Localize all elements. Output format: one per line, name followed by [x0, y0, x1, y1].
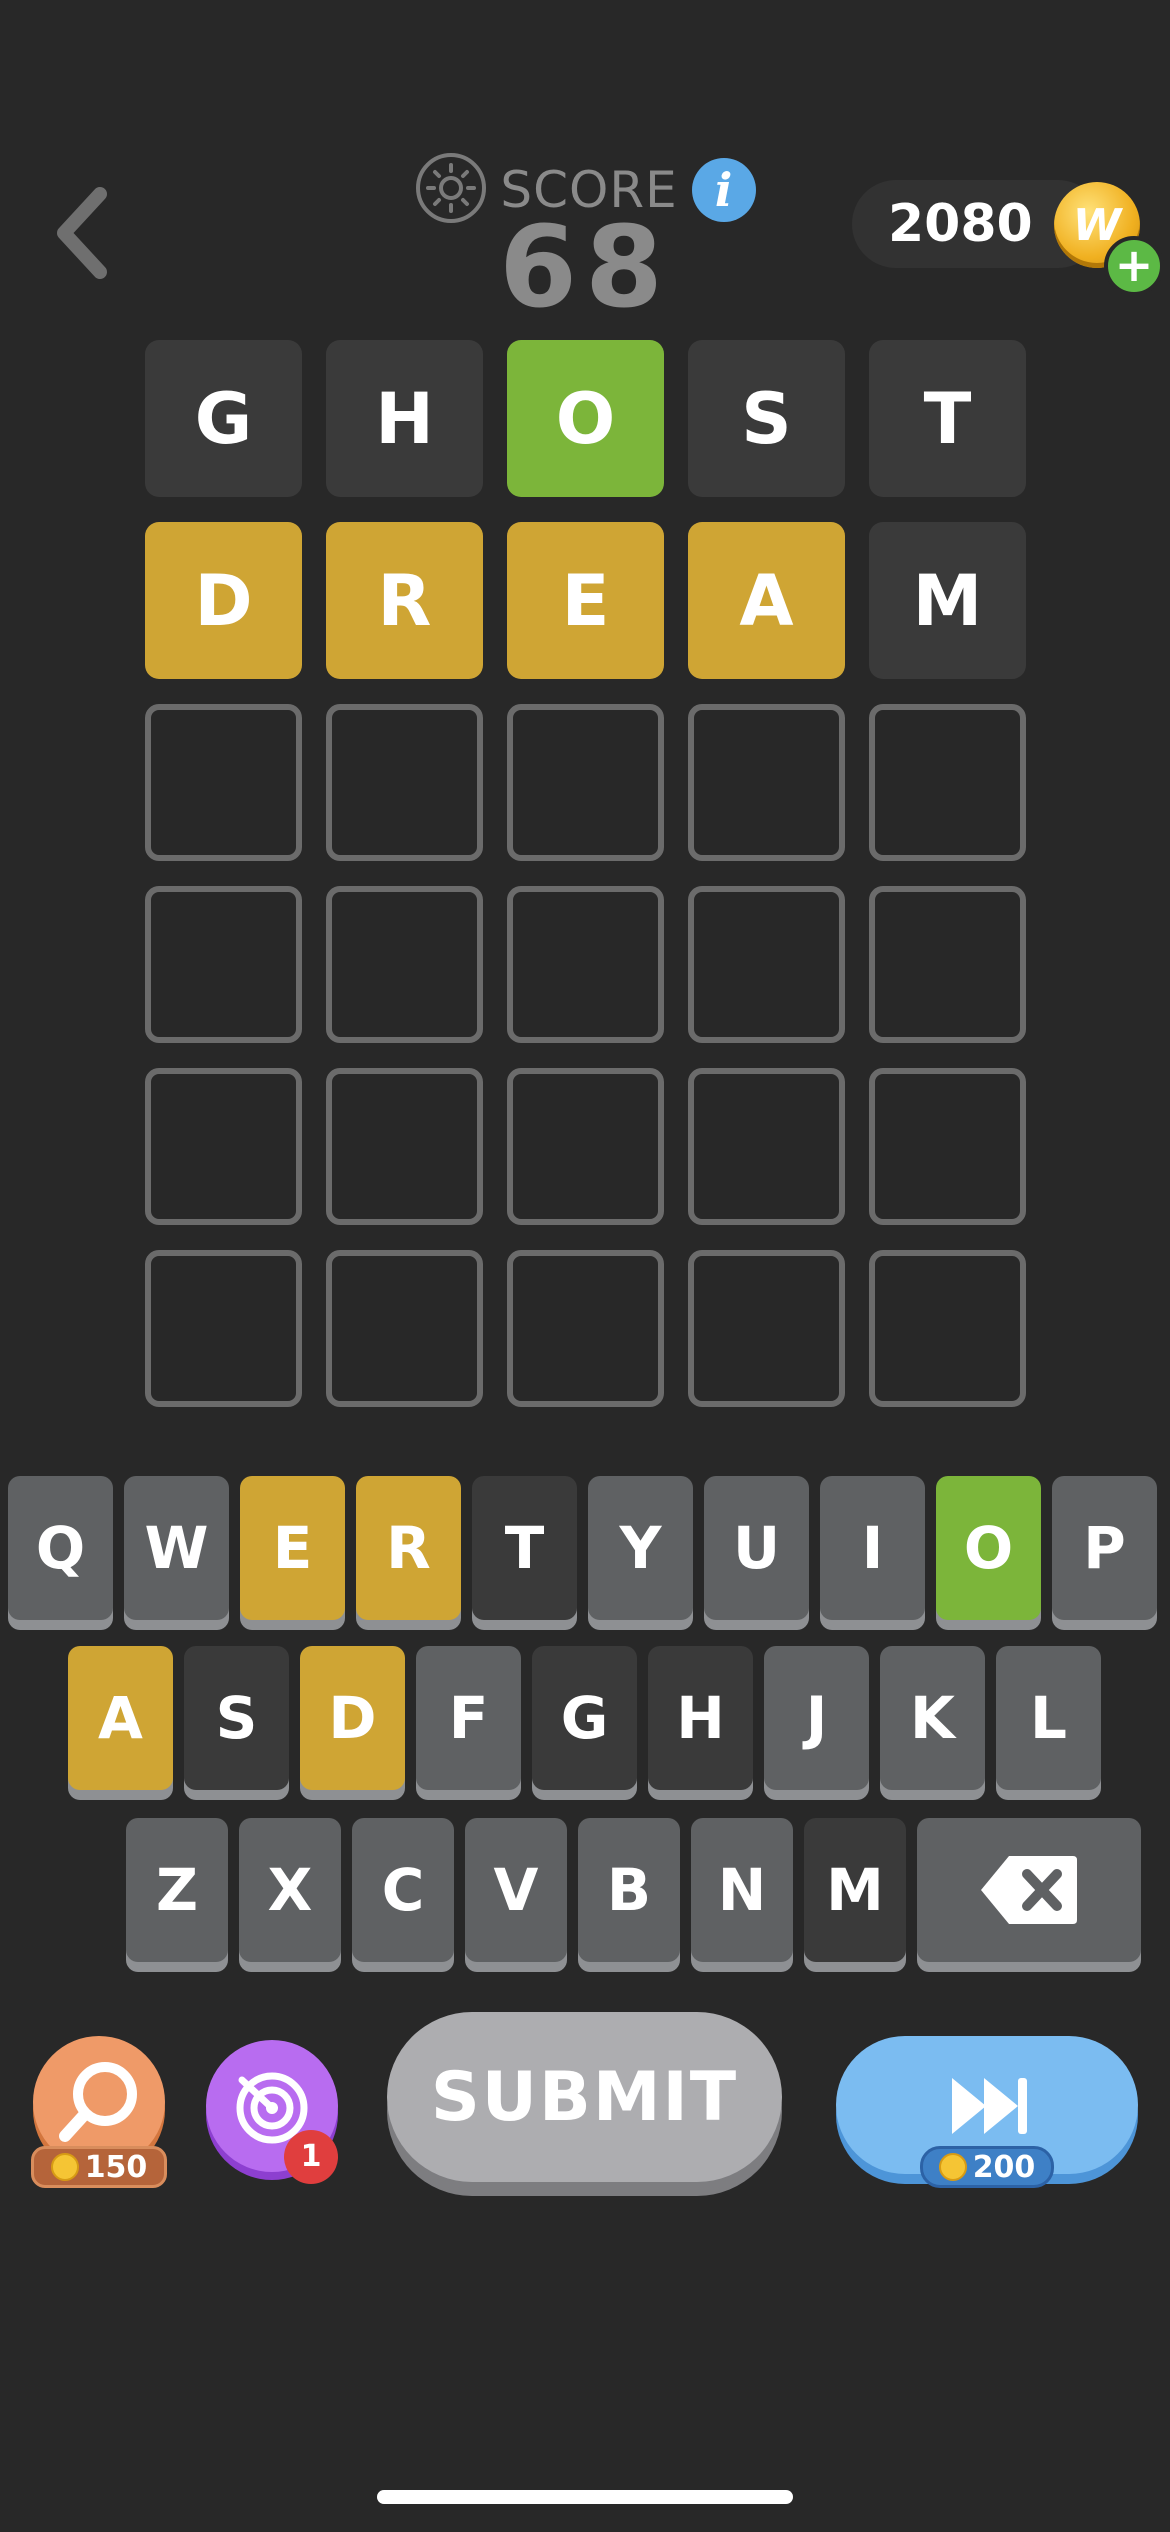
- letter-tile: [326, 886, 483, 1043]
- submit-button[interactable]: SUBMIT: [387, 2012, 782, 2182]
- letter-tile: O: [507, 340, 664, 497]
- key-b[interactable]: B: [578, 1818, 680, 1962]
- game-board: GHOST DREAM: [145, 340, 1026, 1432]
- key-s[interactable]: S: [184, 1646, 289, 1790]
- letter-tile: R: [326, 522, 483, 679]
- board-row: [145, 886, 1026, 1043]
- key-y[interactable]: Y: [588, 1476, 693, 1620]
- keyboard-row: ASDFGHJKL: [68, 1646, 1101, 1790]
- home-indicator: [377, 2490, 793, 2504]
- key-g[interactable]: G: [532, 1646, 637, 1790]
- key-x[interactable]: X: [239, 1818, 341, 1962]
- backspace-icon: [981, 1856, 1077, 1924]
- fast-forward-icon: [952, 2078, 1027, 2134]
- letter-tile: [869, 886, 1026, 1043]
- key-c[interactable]: C: [352, 1818, 454, 1962]
- letter-tile: H: [326, 340, 483, 497]
- key-m[interactable]: M: [804, 1818, 906, 1962]
- letter-tile: [507, 1250, 664, 1407]
- letter-tile: [326, 704, 483, 861]
- key-h[interactable]: H: [648, 1646, 753, 1790]
- letter-tile: [869, 704, 1026, 861]
- letter-tile: [507, 886, 664, 1043]
- key-p[interactable]: P: [1052, 1476, 1157, 1620]
- letter-tile: M: [869, 522, 1026, 679]
- key-z[interactable]: Z: [126, 1818, 228, 1962]
- key-j[interactable]: J: [764, 1646, 869, 1790]
- letter-tile: [145, 1250, 302, 1407]
- letter-tile: [145, 886, 302, 1043]
- hint-price: 150: [84, 2149, 148, 2185]
- letter-tile: T: [869, 340, 1026, 497]
- key-n[interactable]: N: [691, 1818, 793, 1962]
- board-row: GHOST: [145, 340, 1026, 497]
- letter-tile: [507, 1068, 664, 1225]
- key-v[interactable]: V: [465, 1818, 567, 1962]
- add-coins-button[interactable]: +: [1104, 236, 1164, 296]
- key-w[interactable]: W: [124, 1476, 229, 1620]
- letter-tile: [869, 1068, 1026, 1225]
- letter-tile: S: [688, 340, 845, 497]
- letter-tile: [688, 704, 845, 861]
- keyboard-row: QWERTYUIOP: [8, 1476, 1157, 1620]
- letter-tile: [869, 1250, 1026, 1407]
- key-o[interactable]: O: [936, 1476, 1041, 1620]
- letter-tile: [145, 704, 302, 861]
- backspace-button[interactable]: [917, 1818, 1141, 1962]
- coin-icon: [50, 2153, 79, 2181]
- keyboard-row: ZXCVBNM: [126, 1818, 1141, 1962]
- letter-tile: [507, 704, 664, 861]
- board-row: [145, 704, 1026, 861]
- letter-tile: D: [145, 522, 302, 679]
- skip-price-tag: 200: [920, 2146, 1054, 2188]
- coin-icon: [938, 2153, 967, 2181]
- letter-tile: [326, 1250, 483, 1407]
- board-row: DREAM: [145, 522, 1026, 679]
- letter-tile: [688, 1068, 845, 1225]
- board-row: [145, 1068, 1026, 1225]
- letter-tile: [688, 886, 845, 1043]
- key-l[interactable]: L: [996, 1646, 1101, 1790]
- key-e[interactable]: E: [240, 1476, 345, 1620]
- board-row: [145, 1250, 1026, 1407]
- key-q[interactable]: Q: [8, 1476, 113, 1620]
- letter-tile: G: [145, 340, 302, 497]
- key-u[interactable]: U: [704, 1476, 809, 1620]
- letter-tile: [145, 1068, 302, 1225]
- key-f[interactable]: F: [416, 1646, 521, 1790]
- key-a[interactable]: A: [68, 1646, 173, 1790]
- coin-count: 2080: [888, 194, 1033, 254]
- key-r[interactable]: R: [356, 1476, 461, 1620]
- hint-price-tag: 150: [31, 2146, 167, 2188]
- key-i[interactable]: I: [820, 1476, 925, 1620]
- letter-tile: A: [688, 522, 845, 679]
- key-t[interactable]: T: [472, 1476, 577, 1620]
- letter-tile: [326, 1068, 483, 1225]
- key-d[interactable]: D: [300, 1646, 405, 1790]
- letter-tile: E: [507, 522, 664, 679]
- letter-tile: [688, 1250, 845, 1407]
- skip-price: 200: [972, 2149, 1036, 2185]
- key-k[interactable]: K: [880, 1646, 985, 1790]
- target-count-badge: 1: [284, 2130, 338, 2184]
